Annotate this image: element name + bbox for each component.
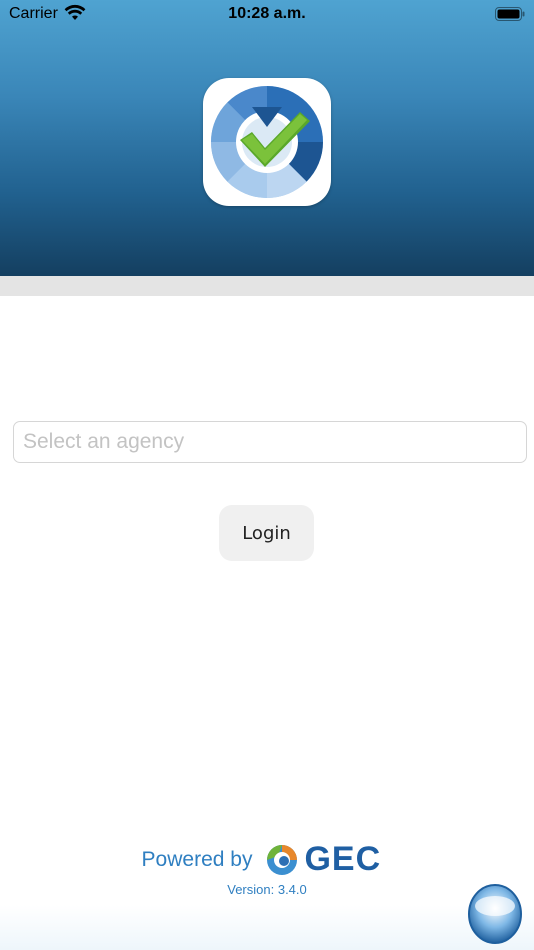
app-logo <box>203 78 331 206</box>
header-divider <box>0 276 534 296</box>
powered-by-row: Powered by GEC <box>0 840 534 880</box>
powered-by-label: Powered by <box>141 848 253 871</box>
clock-time: 10:28 a.m. <box>228 5 306 22</box>
login-button[interactable]: Login <box>219 505 314 561</box>
agency-select-field[interactable] <box>13 421 527 463</box>
bottom-glow <box>0 905 534 950</box>
status-bar: Carrier 10:28 a.m. <box>0 0 534 30</box>
gec-brand-text: GEC <box>304 840 382 878</box>
header-banner: Carrier 10:28 a.m. <box>0 0 534 276</box>
agency-input[interactable] <box>23 422 517 462</box>
gec-globe-icon <box>267 845 298 875</box>
version-label: Version: 3.4.0 <box>227 882 307 897</box>
help-bubble-icon[interactable] <box>466 880 524 944</box>
checklist-gauge-icon <box>211 86 323 198</box>
gec-logo: GEC <box>264 840 382 878</box>
battery-icon <box>495 7 525 21</box>
